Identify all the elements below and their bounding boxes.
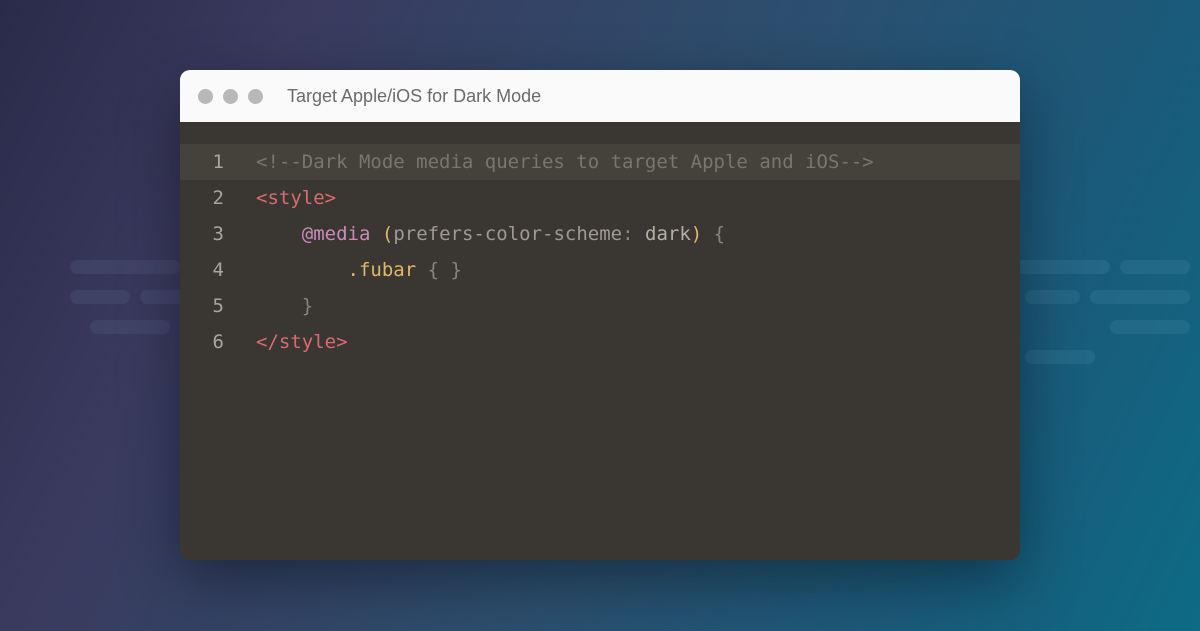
code-token xyxy=(416,259,427,281)
code-content[interactable]: } xyxy=(250,288,1020,324)
decoration-bar xyxy=(1110,320,1190,334)
code-token: ) xyxy=(691,223,702,245)
code-line[interactable]: 1 <!--Dark Mode media queries to target A… xyxy=(180,144,1020,180)
code-token: : xyxy=(622,223,633,245)
code-line[interactable]: 4 .fubar { } xyxy=(180,252,1020,288)
code-token: ( xyxy=(382,223,393,245)
code-token: @media xyxy=(302,223,371,245)
line-number: 2 xyxy=(180,180,250,216)
code-token: } xyxy=(302,295,313,317)
code-content[interactable]: .fubar { } xyxy=(250,252,1020,288)
code-content[interactable]: </style> xyxy=(250,324,1020,360)
line-number: 4 xyxy=(180,252,250,288)
code-content[interactable]: <!--Dark Mode media queries to target Ap… xyxy=(250,144,1020,180)
close-icon[interactable] xyxy=(198,89,213,104)
code-token: { xyxy=(714,223,725,245)
decoration-bar xyxy=(1025,290,1080,304)
code-line[interactable]: 2 <style> xyxy=(180,180,1020,216)
code-window: Target Apple/iOS for Dark Mode 1 <!--Dark… xyxy=(180,70,1020,560)
code-token xyxy=(439,259,450,281)
decoration-bar xyxy=(1025,350,1095,364)
code-token: .fubar xyxy=(348,259,417,281)
code-token: prefers-color-scheme xyxy=(393,223,622,245)
code-token xyxy=(634,223,645,245)
code-token: <!--Dark Mode media queries to target Ap… xyxy=(256,151,874,173)
code-editor[interactable]: 1 <!--Dark Mode media queries to target A… xyxy=(180,122,1020,560)
minimize-icon[interactable] xyxy=(223,89,238,104)
code-line[interactable]: 6 </style> xyxy=(180,324,1020,360)
code-token xyxy=(370,223,381,245)
decoration-bar xyxy=(70,260,180,274)
code-line[interactable]: 5 } xyxy=(180,288,1020,324)
code-token: { xyxy=(428,259,439,281)
window-controls[interactable] xyxy=(198,89,263,104)
code-token xyxy=(702,223,713,245)
maximize-icon[interactable] xyxy=(248,89,263,104)
decoration-bar xyxy=(1010,260,1110,274)
decoration-bar xyxy=(1120,260,1190,274)
line-number: 6 xyxy=(180,324,250,360)
code-token: </style> xyxy=(256,331,348,353)
window-title: Target Apple/iOS for Dark Mode xyxy=(287,86,541,107)
line-number: 3 xyxy=(180,216,250,252)
decoration-bar xyxy=(1090,290,1190,304)
window-titlebar: Target Apple/iOS for Dark Mode xyxy=(180,70,1020,122)
decoration-bar xyxy=(70,290,130,304)
code-line[interactable]: 3 @media (prefers-color-scheme: dark) { xyxy=(180,216,1020,252)
code-token: } xyxy=(451,259,462,281)
code-token: <style> xyxy=(256,187,336,209)
decoration-bar xyxy=(90,320,170,334)
code-token: dark xyxy=(645,223,691,245)
code-content[interactable]: <style> xyxy=(250,180,1020,216)
line-number: 1 xyxy=(180,144,250,180)
code-content[interactable]: @media (prefers-color-scheme: dark) { xyxy=(250,216,1020,252)
line-number: 5 xyxy=(180,288,250,324)
